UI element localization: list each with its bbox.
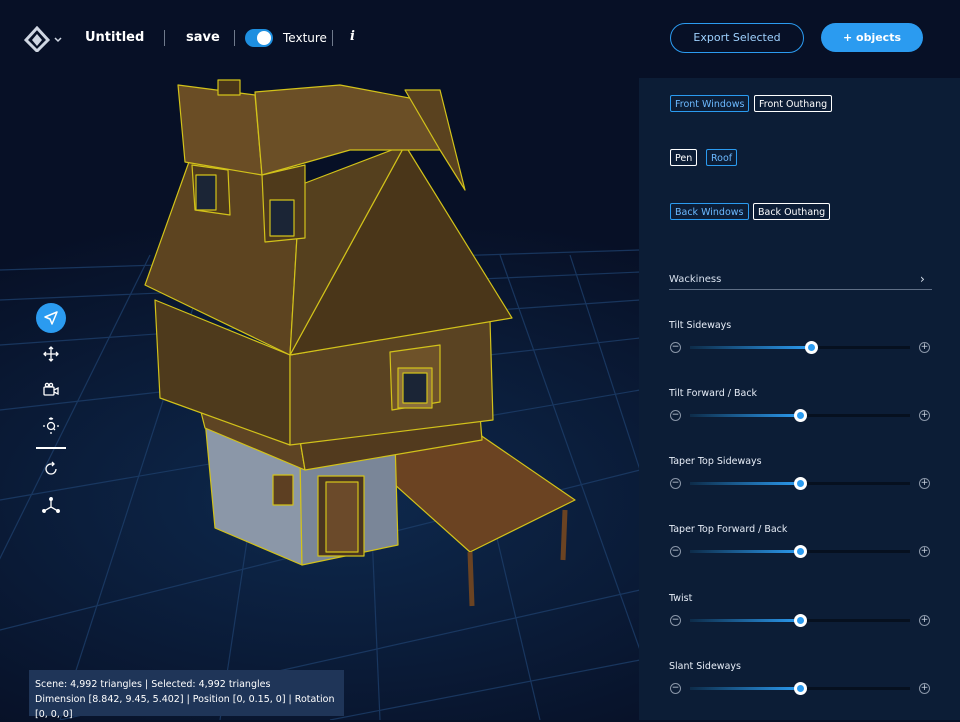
slider-label: Tilt Forward / Back: [669, 388, 758, 399]
chip-front-windows[interactable]: Front Windows: [670, 95, 750, 112]
slider-thumb[interactable]: [794, 614, 807, 627]
slider-track[interactable]: [690, 545, 910, 558]
toolbar-separator: [36, 447, 66, 449]
rotate-icon[interactable]: [36, 454, 66, 484]
increment-button[interactable]: +: [919, 683, 930, 694]
slider-fill: [690, 550, 800, 553]
slider-track[interactable]: [690, 682, 910, 695]
save-button[interactable]: save: [186, 30, 220, 45]
slider-thumb[interactable]: [794, 477, 807, 490]
increment-button[interactable]: +: [919, 410, 930, 421]
selection-transform-info: Dimension [8.842, 9.45, 5.402] | Positio…: [35, 694, 335, 720]
slider-thumb[interactable]: [794, 409, 807, 422]
slider-thumb[interactable]: [794, 682, 807, 695]
chevron-right-icon[interactable]: ›: [920, 272, 925, 286]
chip-roof[interactable]: Roof: [706, 149, 738, 166]
chip-back-windows[interactable]: Back Windows: [670, 203, 749, 220]
increment-button[interactable]: +: [919, 546, 930, 557]
slider-label: Twist: [669, 593, 693, 604]
axes-icon[interactable]: [36, 490, 66, 520]
texture-toggle[interactable]: [245, 29, 273, 47]
divider: [234, 30, 235, 46]
slider-label: Taper Top Forward / Back: [669, 524, 788, 535]
decrement-button[interactable]: −: [670, 410, 681, 421]
slider-track[interactable]: [690, 477, 910, 490]
move-icon[interactable]: [36, 339, 66, 369]
export-selected-button[interactable]: Export Selected: [670, 23, 804, 53]
chip-front-outhang[interactable]: Front Outhang: [754, 95, 833, 112]
slider-track[interactable]: [690, 614, 910, 627]
slider-fill: [690, 619, 800, 622]
document-title[interactable]: Untitled: [85, 30, 144, 45]
decrement-button[interactable]: −: [670, 615, 681, 626]
decrement-button[interactable]: −: [670, 683, 681, 694]
decrement-button[interactable]: −: [670, 546, 681, 557]
slider-thumb[interactable]: [794, 545, 807, 558]
top-bar: Untitled save Texture i Export Selected …: [0, 0, 960, 76]
slider-track[interactable]: [690, 341, 910, 354]
chip-back-outhang[interactable]: Back Outhang: [753, 203, 831, 220]
add-objects-button[interactable]: + objects: [821, 23, 923, 52]
slider-track[interactable]: [690, 409, 910, 422]
slider-thumb[interactable]: [805, 341, 818, 354]
toggle-knob: [257, 31, 271, 45]
camera-icon[interactable]: [36, 375, 66, 405]
select-arrow-icon[interactable]: [36, 303, 66, 333]
scene-status-bar: Scene: 4,992 triangles | Selected: 4,992…: [29, 670, 344, 720]
slider-fill: [690, 482, 800, 485]
slider-fill: [690, 687, 800, 690]
wackiness-section-header[interactable]: Wackiness: [669, 274, 721, 285]
app-logo-icon[interactable]: [24, 26, 64, 52]
texture-label: Texture: [283, 31, 327, 45]
slider-label: Taper Top Sideways: [669, 456, 762, 467]
decrement-button[interactable]: −: [670, 342, 681, 353]
increment-button[interactable]: +: [919, 615, 930, 626]
increment-button[interactable]: +: [919, 478, 930, 489]
scene-triangle-count: Scene: 4,992 triangles | Selected: 4,992…: [35, 679, 271, 690]
increment-button[interactable]: +: [919, 342, 930, 353]
slider-label: Slant Sideways: [669, 661, 741, 672]
chip-pen[interactable]: Pen: [670, 149, 698, 166]
decrement-button[interactable]: −: [670, 478, 681, 489]
slider-fill: [690, 346, 811, 349]
section-divider: [669, 289, 932, 290]
slider-fill: [690, 414, 800, 417]
focus-zoom-icon[interactable]: [36, 411, 66, 441]
info-icon[interactable]: i: [350, 29, 355, 44]
slider-label: Tilt Sideways: [669, 320, 732, 331]
divider: [332, 30, 333, 46]
divider: [164, 30, 165, 46]
